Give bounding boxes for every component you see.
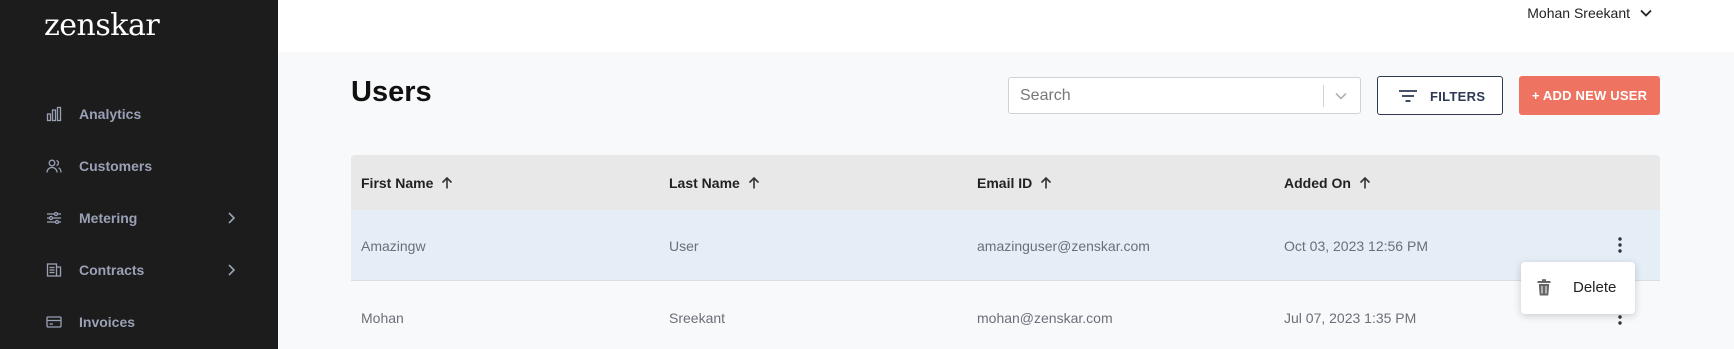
column-header-added-on[interactable]: Added On xyxy=(1284,155,1372,210)
sidebar-item-metering[interactable]: Metering xyxy=(0,198,278,238)
user-menu[interactable]: Mohan Sreekant xyxy=(1527,0,1652,26)
sort-arrow-up-icon xyxy=(748,176,759,188)
sidebar-item-label: Contracts xyxy=(79,262,145,278)
sliders-icon xyxy=(46,210,62,226)
cell-email: amazinguser@zenskar.com xyxy=(977,237,1150,254)
column-header-last-name[interactable]: Last Name xyxy=(669,155,761,210)
search-input[interactable] xyxy=(1009,78,1324,113)
table-header: First Name Last Name Email ID Added On xyxy=(351,155,1660,210)
filters-button[interactable]: FILTERS xyxy=(1377,76,1503,115)
more-options-icon[interactable] xyxy=(1614,236,1626,254)
contract-icon xyxy=(46,262,62,278)
add-new-user-label: + ADD NEW USER xyxy=(1531,88,1648,103)
search-box[interactable] xyxy=(1008,77,1361,114)
chevron-right-icon xyxy=(228,212,236,224)
sidebar-item-label: Metering xyxy=(79,210,138,226)
chevron-down-icon xyxy=(1640,9,1652,17)
search-divider xyxy=(1323,85,1324,107)
cell-first-name: Amazingw xyxy=(361,237,426,254)
sidebar-item-label: Analytics xyxy=(79,106,142,122)
cell-email: mohan@zenskar.com xyxy=(977,309,1113,326)
cell-last-name: Sreekant xyxy=(669,309,726,326)
table-row[interactable]: Amazingw User amazinguser@zenskar.com Oc… xyxy=(351,210,1660,281)
filter-icon xyxy=(1399,90,1417,102)
sidebar-item-analytics[interactable]: Analytics xyxy=(0,94,278,134)
column-header-label: Last Name xyxy=(669,174,740,191)
column-header-label: Email ID xyxy=(977,174,1033,191)
invoice-icon xyxy=(46,314,62,330)
users-icon xyxy=(46,158,62,174)
user-name: Mohan Sreekant xyxy=(1527,5,1630,21)
delete-label: Delete xyxy=(1573,279,1617,296)
cell-added-on: Oct 03, 2023 12:56 PM xyxy=(1284,237,1428,254)
app-logo[interactable]: zenskar xyxy=(44,8,160,43)
row-context-menu: Delete xyxy=(1521,262,1635,314)
cell-last-name: User xyxy=(669,237,699,254)
column-header-email-id[interactable]: Email ID xyxy=(977,155,1053,210)
sort-arrow-up-icon xyxy=(1041,176,1052,188)
sidebar-item-invoices[interactable]: Invoices xyxy=(0,302,278,342)
trash-icon xyxy=(1537,279,1551,296)
page-title: Users xyxy=(351,76,432,108)
sidebar-item-label: Customers xyxy=(79,158,153,174)
cell-added-on: Jul 07, 2023 1:35 PM xyxy=(1284,309,1417,326)
sidebar-item-contracts[interactable]: Contracts xyxy=(0,250,278,290)
filters-label: FILTERS xyxy=(1430,89,1486,104)
top-bar: Mohan Sreekant xyxy=(278,0,1734,52)
column-header-label: First Name xyxy=(361,174,434,191)
delete-menu-item[interactable]: Delete xyxy=(1521,262,1635,314)
add-new-user-button[interactable]: + ADD NEW USER xyxy=(1519,76,1660,115)
sidebar-item-customers[interactable]: Customers xyxy=(0,146,278,186)
sort-arrow-up-icon xyxy=(442,176,453,188)
bar-chart-icon xyxy=(46,106,62,122)
chevron-down-icon[interactable] xyxy=(1332,88,1350,104)
cell-first-name: Mohan xyxy=(361,309,404,326)
column-header-label: Added On xyxy=(1284,174,1351,191)
sidebar-item-label: Invoices xyxy=(79,314,136,330)
column-header-first-name[interactable]: First Name xyxy=(361,155,454,210)
chevron-right-icon xyxy=(228,264,236,276)
sort-arrow-up-icon xyxy=(1359,176,1370,188)
sidebar: zenskar Analytics Customers Metering Con… xyxy=(0,0,278,349)
table-row[interactable]: Mohan Sreekant mohan@zenskar.com Jul 07,… xyxy=(351,282,1660,349)
